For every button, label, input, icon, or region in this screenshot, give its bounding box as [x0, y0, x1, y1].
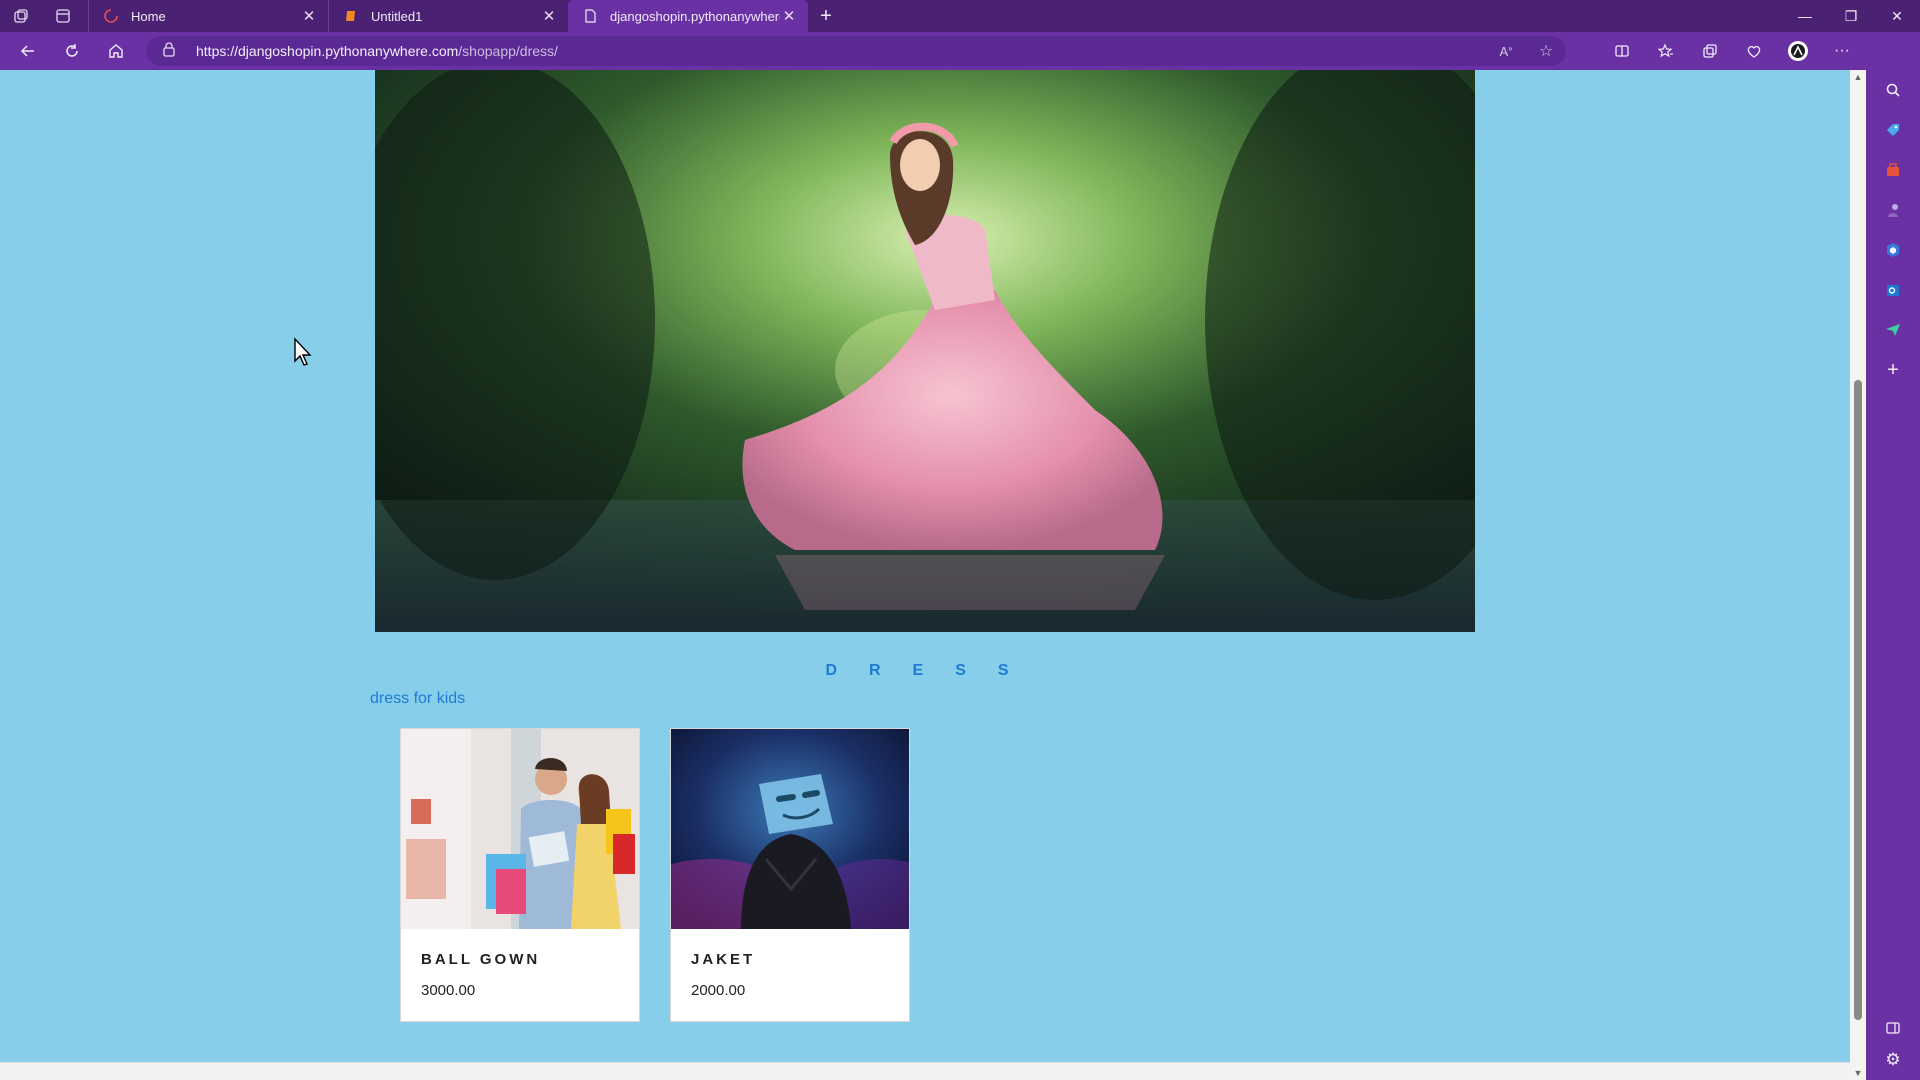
search-icon[interactable]: [1866, 70, 1920, 110]
toolbar-right: ···: [1600, 32, 1908, 70]
close-tab-icon[interactable]: ✕: [300, 7, 318, 25]
page-heading: DRESS: [0, 662, 1850, 680]
new-tab-button[interactable]: +: [808, 0, 844, 32]
home-icon[interactable]: [94, 32, 138, 70]
address-bar-actions: A» ☆: [1486, 36, 1566, 66]
favorites-icon[interactable]: [1644, 43, 1688, 59]
split-screen-icon[interactable]: [1600, 43, 1644, 59]
more-options-icon[interactable]: ···: [1820, 42, 1864, 60]
collections-icon[interactable]: [1688, 43, 1732, 59]
browser-essentials-icon[interactable]: [1732, 43, 1776, 59]
url-host: https://djangoshopin.pythonanywhere.com: [196, 43, 459, 59]
tools-icon[interactable]: [1866, 150, 1920, 190]
settings-gear-icon[interactable]: ⚙: [1866, 1040, 1920, 1080]
profile-avatar-icon[interactable]: [1776, 40, 1820, 62]
product-card[interactable]: JAKET 2000.00: [670, 728, 910, 1022]
favorite-star-icon[interactable]: ☆: [1526, 41, 1566, 61]
games-icon[interactable]: [1866, 190, 1920, 230]
back-icon[interactable]: [6, 32, 50, 70]
address-bar[interactable]: https://djangoshopin.pythonanywhere.com/…: [146, 36, 1566, 66]
product-price: 2000.00: [691, 982, 746, 999]
workspaces-icon[interactable]: [0, 0, 42, 32]
tab-actions-icon[interactable]: [42, 0, 84, 32]
marshmello-jacket-image[interactable]: [671, 729, 909, 929]
category-description: dress for kids: [370, 690, 466, 707]
send-icon[interactable]: [1866, 310, 1920, 350]
product-price: 3000.00: [421, 982, 476, 999]
shopping-tag-icon[interactable]: [1866, 110, 1920, 150]
add-icon[interactable]: +: [1866, 350, 1920, 390]
hero-image: [375, 70, 1475, 632]
document-icon: [343, 8, 359, 24]
url-path: /shopapp/dress/: [458, 43, 558, 59]
microsoft-365-icon[interactable]: [1866, 230, 1920, 270]
close-tab-icon[interactable]: ✕: [780, 7, 798, 25]
scroll-up-icon[interactable]: ▲: [1853, 72, 1863, 82]
shopping-couple-image[interactable]: [401, 729, 639, 929]
url-text[interactable]: https://djangoshopin.pythonanywhere.com/…: [196, 43, 558, 59]
tab-djangoshopin[interactable]: djangoshopin.pythonanywhere.c ✕: [568, 0, 808, 32]
scroll-down-icon[interactable]: ▼: [1853, 1068, 1863, 1078]
tab-label: djangoshopin.pythonanywhere.c: [610, 8, 780, 24]
product-card[interactable]: BALL GOWN 3000.00: [400, 728, 640, 1022]
loading-icon: [103, 8, 119, 24]
edge-sidebar: + ⚙: [1866, 32, 1920, 1080]
page-icon: [582, 8, 598, 24]
lock-icon[interactable]: [162, 41, 180, 62]
product-name[interactable]: JAKET: [691, 951, 755, 968]
page-content: DRESS dress for kids BALL GOWN 3000.00 J…: [0, 70, 1850, 1070]
close-tab-icon[interactable]: ✕: [540, 7, 558, 25]
heading-text: DRESS: [825, 662, 1041, 679]
mouse-cursor-icon: [293, 337, 315, 372]
refresh-icon[interactable]: [50, 32, 94, 70]
outlook-icon[interactable]: [1866, 270, 1920, 310]
product-name[interactable]: BALL GOWN: [421, 951, 540, 968]
window-controls: — ❐ ✕: [1782, 0, 1920, 32]
tab-home[interactable]: Home ✕: [88, 0, 328, 32]
page-bottom-edge: [0, 1062, 1850, 1080]
read-aloud-icon[interactable]: A»: [1486, 44, 1526, 59]
close-window-icon[interactable]: ✕: [1874, 0, 1920, 32]
vertical-scrollbar[interactable]: ▲ ▼: [1850, 70, 1866, 1080]
tab-label: Home: [131, 8, 166, 24]
restore-icon[interactable]: ❐: [1828, 0, 1874, 32]
title-bar: Home ✕ Untitled1 ✕ djangoshopin.pythonan…: [0, 0, 1920, 32]
scroll-thumb[interactable]: [1854, 380, 1862, 1020]
tab-label: Untitled1: [371, 8, 423, 24]
tab-untitled[interactable]: Untitled1 ✕: [328, 0, 568, 32]
minimize-icon[interactable]: —: [1782, 0, 1828, 32]
